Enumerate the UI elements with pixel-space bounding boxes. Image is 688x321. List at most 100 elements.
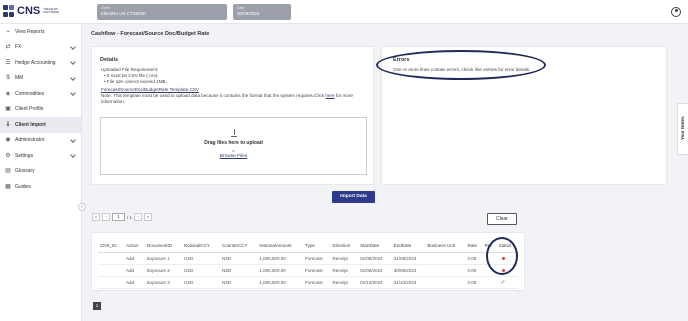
column-header[interactable]: CNS_ID: [98, 239, 125, 253]
chevron-down-icon: [70, 136, 76, 143]
profile-icon: ▣: [5, 106, 11, 113]
table-cell-notional-amount: 1,000,000.00: [257, 252, 304, 265]
table-cell-direction: Receipt: [330, 276, 359, 290]
book-icon: ▤: [5, 168, 11, 175]
chevron-down-icon: [70, 74, 76, 81]
dropzone-main-text: Drag files here to upload: [204, 140, 263, 146]
sidebar-item-label: Client Import: [15, 121, 46, 128]
column-header[interactable]: EndDate: [391, 239, 426, 253]
table-cell-status[interactable]: [496, 252, 518, 265]
client-selector[interactable]: Client Idemitsu US CTS0040: [97, 4, 227, 20]
guide-icon: ▦: [5, 183, 11, 190]
table-cell-document-id: Exposure 3: [145, 276, 182, 290]
ok-status-icon[interactable]: ✓: [501, 280, 506, 286]
sidebar-item-view-reports[interactable]: ⌁ View Reports: [0, 24, 81, 40]
sidebar-item-label: View Reports: [15, 28, 45, 35]
template-download-link[interactable]: Forecast/SourceDoc/BudgetRate Template.C…: [101, 87, 199, 92]
column-header[interactable]: CounterCCY: [219, 239, 258, 253]
note-here-link[interactable]: here: [325, 93, 334, 98]
column-header[interactable]: Type: [303, 239, 331, 253]
table-cell-end-date: 31/08/2024: [391, 252, 426, 265]
table-cell-counter-ccy: NZD: [219, 264, 258, 278]
column-header[interactable]: Ref: [482, 239, 497, 253]
pager-page-input[interactable]: 1: [112, 213, 125, 221]
date-selector[interactable]: Date 30/09/2024: [233, 4, 291, 20]
pager-next-button[interactable]: ›: [134, 213, 143, 221]
chart-line-icon: ⌁: [6, 28, 10, 35]
table-cell-status[interactable]: ✓: [496, 276, 518, 290]
table-cell-status[interactable]: [496, 264, 518, 278]
dollar-icon: $: [6, 75, 10, 82]
admin-icon: ◉: [5, 137, 11, 144]
file-dropzone[interactable]: Drag files here to upload or Browse File…: [100, 117, 367, 175]
sidebar-item-commodities[interactable]: ◈ Commodities: [0, 86, 81, 102]
table-cell-ref: [482, 264, 497, 278]
table-cell-notional-ccy: USD: [181, 252, 220, 265]
table-cell-counter-ccy: NZD: [219, 252, 258, 265]
table-cell-cns-id: [98, 264, 125, 278]
column-header[interactable]: Action: [124, 239, 146, 253]
top-bar: CNS TREASURY SOFTWARE Client Idemitsu US…: [0, 0, 688, 24]
column-header[interactable]: NotionalAmount: [257, 239, 304, 253]
sidebar-item-settings[interactable]: ⚙ Settings: [0, 148, 81, 164]
pager-first-button[interactable]: «: [92, 213, 100, 221]
gear-icon: ⚙: [5, 152, 11, 159]
pager-last-button[interactable]: »: [144, 213, 153, 221]
sidebar-item-mm[interactable]: $ MM: [0, 71, 81, 87]
table-cell-business-unit: [425, 252, 466, 265]
sidebar-item-glossary[interactable]: ▤ Glossary: [0, 164, 81, 180]
sidebar-item-fx[interactable]: ⇄ FX: [0, 40, 81, 56]
chevron-down-icon: [70, 59, 76, 65]
table-cell-type: Forecast: [303, 252, 331, 265]
browse-files-link[interactable]: Browse Files: [220, 154, 247, 159]
column-header[interactable]: DocumentID: [145, 239, 182, 253]
table-cell-notional-ccy: USD: [181, 276, 220, 290]
page-title: Cashflow - Forecast/Source Doc/Budget Ra…: [91, 31, 210, 37]
clear-button[interactable]: Clear: [487, 213, 517, 225]
table-cell-rate: 0.00: [465, 252, 483, 265]
pager-prev-button[interactable]: ‹: [102, 213, 110, 221]
sidebar-item-administrator[interactable]: ◉ Administrator: [0, 133, 81, 149]
page-number-badge[interactable]: 1: [93, 302, 101, 310]
table-cell-type: Forecast: [303, 276, 331, 290]
table-row[interactable]: Add Exposure 2 USD NZD 1,000,000.00 Forecast R…: [98, 264, 518, 278]
column-header[interactable]: Direction: [330, 239, 359, 253]
column-header[interactable]: StartDate: [358, 239, 392, 253]
column-header[interactable]: Rate: [465, 239, 483, 253]
table-cell-start-date: 01/10/2024: [358, 276, 392, 290]
exchange-icon: ⇄: [5, 44, 11, 51]
table-cell-notional-ccy: USD: [181, 264, 220, 278]
column-header[interactable]: Business Unit: [425, 239, 466, 253]
sidebar-item-hedge-accounting[interactable]: ☰ Hedge Accounting: [0, 55, 81, 71]
table-cell-counter-ccy: NZD: [219, 276, 258, 290]
sidebar-item-client-import[interactable]: ⇩ Client Import: [0, 117, 81, 133]
note-line2: information.: [101, 99, 126, 104]
table-cell-ref: [482, 276, 497, 290]
column-header[interactable]: Status: [496, 239, 518, 253]
chevron-down-icon: [70, 90, 76, 96]
table-cell-rate: 0.00: [465, 264, 483, 278]
brand-logo[interactable]: CNS TREASURY SOFTWARE: [3, 5, 59, 17]
sidebar-collapse-icon[interactable]: ‹: [78, 203, 86, 211]
table-row[interactable]: Add Exposure 3 USD NZD 1,000,000.00 Forecast R…: [98, 276, 518, 290]
notes-side-tab[interactable]: Your Notes: [677, 103, 688, 155]
error-status-icon[interactable]: [501, 268, 505, 272]
note-suffix: for more: [334, 93, 353, 98]
details-title: Details: [100, 57, 119, 63]
table-cell-action: Add: [124, 276, 146, 290]
table-cell-cns-id: [98, 252, 125, 265]
sidebar-item-label: Guides: [15, 183, 31, 190]
sidebar-item-guides[interactable]: ▦ Guides: [0, 179, 81, 195]
commodity-icon: ◈: [5, 90, 11, 97]
user-account-icon[interactable]: [671, 7, 681, 17]
table-cell-action: Add: [124, 264, 146, 278]
table-row[interactable]: Add Exposure 1 USD NZD 1,000,000.00 Forecast R…: [98, 252, 518, 265]
table-cell-action: Add: [124, 252, 146, 265]
column-header[interactable]: NotionalCCY: [181, 239, 220, 253]
note-text: Note: This template must be used to uplo…: [101, 93, 326, 98]
sidebar-item-label: FX: [15, 44, 22, 51]
import-data-button[interactable]: Import Data: [332, 191, 375, 203]
sidebar-item-label: Commodities: [15, 90, 45, 97]
sidebar-item-client-profile[interactable]: ▣ Client Profile: [0, 102, 81, 118]
error-status-icon[interactable]: [501, 256, 505, 260]
